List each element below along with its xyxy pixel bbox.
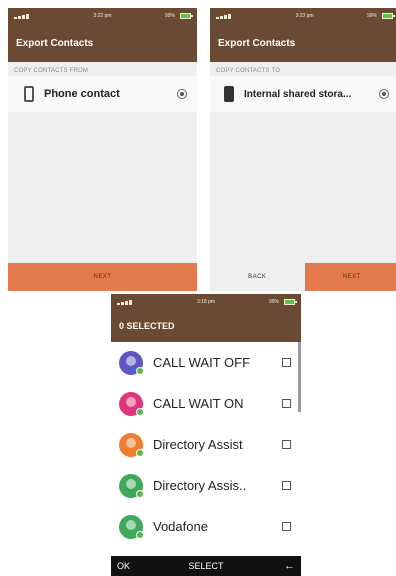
contact-avatar-icon <box>119 473 144 498</box>
signal-icon <box>117 299 139 305</box>
footer-bar: BACK NEXT <box>210 263 396 291</box>
ok-softkey[interactable]: OK <box>117 561 130 571</box>
contact-item[interactable]: CALL WAIT ON <box>111 383 297 424</box>
storage-icon <box>224 86 234 102</box>
contact-name: Vodafone <box>153 519 208 534</box>
contact-name: CALL WAIT OFF <box>153 355 251 370</box>
scrollbar[interactable] <box>298 342 301 412</box>
source-option-phone-contact[interactable]: Phone contact <box>8 76 197 112</box>
battery-icon <box>284 299 297 305</box>
option-label: Internal shared stora... <box>244 88 352 100</box>
contact-name: Directory Assist <box>153 437 243 452</box>
contact-checkbox[interactable] <box>282 358 291 367</box>
battery-percent: 99% <box>164 13 175 19</box>
status-bar: 3:23 pm 99% <box>210 8 396 24</box>
softkey-bar: OK SELECT ← <box>111 556 301 576</box>
contact-checkbox[interactable] <box>282 399 291 408</box>
next-button[interactable]: NEXT <box>304 263 396 291</box>
select-contacts-screen: 3:18 pm 99% 0 SELECTED CALL WAIT OFF CAL… <box>111 294 301 576</box>
destination-option-internal-storage[interactable]: Internal shared stora... <box>210 76 396 112</box>
signal-icon <box>14 13 36 19</box>
contact-list: CALL WAIT OFF CALL WAIT ON Directory Ass… <box>111 342 297 547</box>
battery-percent: 99% <box>268 299 279 305</box>
contact-item[interactable]: Vodafone <box>111 506 297 547</box>
export-contacts-to-screen: 3:23 pm 99% Export Contacts COPY CONTACT… <box>210 8 396 291</box>
contact-checkbox[interactable] <box>282 481 291 490</box>
contact-item[interactable]: Directory Assis.. <box>111 465 297 506</box>
radio-button-selected[interactable] <box>177 89 187 99</box>
status-bar: 3:18 pm 99% <box>111 294 301 310</box>
section-label: COPY CONTACTS TO <box>216 68 281 74</box>
next-button[interactable]: NEXT <box>8 263 197 291</box>
status-time: 3:18 pm <box>196 299 216 305</box>
option-label: Phone contact <box>44 88 120 100</box>
phone-icon <box>24 86 34 102</box>
select-softkey[interactable]: SELECT <box>188 561 223 571</box>
section-label: COPY CONTACTS FROM <box>14 68 89 74</box>
status-bar: 3:22 pm 99% <box>8 8 197 24</box>
contact-avatar-icon <box>119 432 144 457</box>
status-time: 3:23 pm <box>295 13 314 19</box>
battery-icon <box>180 13 193 19</box>
back-arrow-icon[interactable]: ← <box>284 560 295 572</box>
contact-item[interactable]: Directory Assist <box>111 424 297 465</box>
signal-icon <box>216 13 238 19</box>
status-time: 3:22 pm <box>93 13 112 19</box>
radio-button-selected[interactable] <box>379 89 389 99</box>
contact-name: Directory Assis.. <box>153 478 247 493</box>
contact-checkbox[interactable] <box>282 440 291 449</box>
footer-bar: NEXT <box>8 263 197 291</box>
contact-avatar-icon <box>119 514 144 539</box>
contact-item[interactable]: CALL WAIT OFF <box>111 342 297 383</box>
battery-percent: 99% <box>366 13 377 19</box>
contact-name: CALL WAIT ON <box>153 396 244 411</box>
battery-icon <box>382 13 395 19</box>
page-title: Export Contacts <box>8 24 197 62</box>
page-title: Export Contacts <box>210 24 396 62</box>
back-button[interactable]: BACK <box>210 263 305 291</box>
contact-avatar-icon <box>119 391 144 416</box>
contact-avatar-icon <box>119 350 144 375</box>
contact-checkbox[interactable] <box>282 522 291 531</box>
selection-count-title: 0 SELECTED <box>111 310 301 342</box>
export-contacts-from-screen: 3:22 pm 99% Export Contacts COPY CONTACT… <box>8 8 197 291</box>
